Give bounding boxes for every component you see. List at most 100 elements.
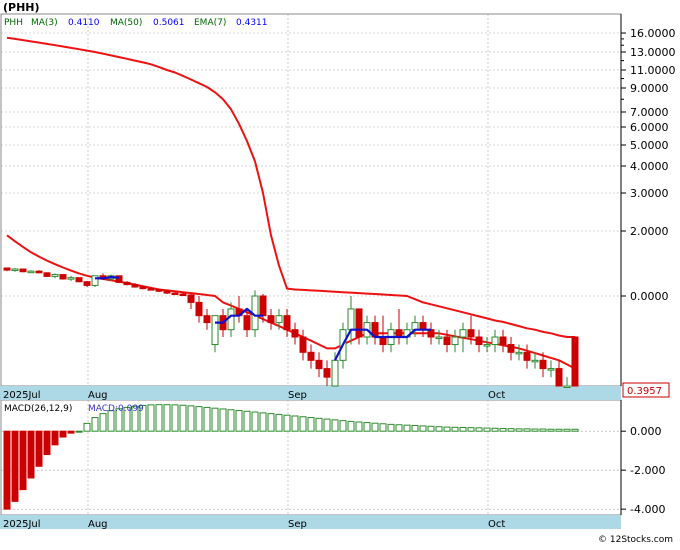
macd-bar (371, 422, 379, 432)
candle-body (75, 277, 83, 283)
candle-body (27, 270, 35, 274)
macd-bar (43, 430, 51, 456)
macd-bar (75, 430, 83, 433)
price-axis-label: 11.0000 (630, 64, 676, 77)
macd-bar (347, 420, 355, 432)
macd-axis-label: -2.000 (630, 464, 665, 477)
legend-ma3-value: 0.4110 (68, 18, 100, 28)
candle-body (555, 368, 563, 387)
macd-bar (227, 409, 235, 432)
candle-body (491, 336, 499, 346)
price-axis-label: 16.0000 (630, 27, 676, 40)
macd-bar (83, 422, 91, 432)
candle-body (475, 336, 483, 346)
macd-bar (411, 425, 419, 432)
legend-ma50-value: 0.5061 (153, 18, 185, 28)
macd-bar (243, 410, 251, 432)
macd-bar (363, 422, 371, 432)
date-label: Oct (488, 390, 505, 401)
candle-body (147, 288, 155, 291)
macd-bar (427, 425, 435, 432)
macd-bar (299, 416, 307, 432)
candle-body (507, 344, 515, 353)
macd-bar (563, 428, 571, 432)
macd-bar (435, 426, 443, 432)
candle-body (323, 368, 331, 378)
candle-body (11, 268, 19, 272)
candle-body (379, 336, 387, 346)
candle-body (459, 329, 467, 338)
macd-bar (59, 430, 67, 438)
candle-body (43, 272, 51, 277)
legend-ema7-label: EMA(7) (194, 18, 226, 28)
macd-bar (275, 413, 283, 432)
macd-bar (547, 428, 555, 432)
last-price-text: 0.3957 (627, 386, 662, 397)
candle-body (563, 385, 571, 388)
price-axis-label: 3.0000 (630, 187, 669, 200)
macd-bar (419, 425, 427, 432)
chart-canvas: 16.0000 13.0000 11.0000 9.0000 7.0000 6.0000 5… (0, 0, 680, 546)
macd-bar (91, 417, 99, 432)
macd-bar (507, 428, 515, 432)
date-label: Sep (288, 519, 307, 530)
candle-body (59, 274, 67, 280)
price-axis-label: 0.0000 (630, 290, 669, 303)
macd-bar (323, 418, 331, 432)
candle-body (163, 290, 171, 294)
legend-ma50-label: MA(50) (110, 18, 142, 28)
macd-bar (203, 406, 211, 432)
candle-body (243, 315, 251, 331)
macd-bar (283, 414, 291, 432)
price-axis-label: 4.0000 (630, 160, 669, 173)
macd-bar (499, 427, 507, 432)
candle-body (155, 288, 163, 292)
macd-bar (555, 428, 563, 432)
macd-bar (11, 430, 19, 502)
date-label: Oct (488, 519, 505, 530)
candle-body (291, 329, 299, 338)
macd-bar (339, 420, 347, 432)
macd-bar (379, 423, 387, 432)
date-label: 2025Jul (3, 390, 41, 401)
macd-bar (539, 428, 547, 432)
macd-bar (235, 410, 243, 432)
macd-bar (67, 430, 75, 434)
macd-legend-label: MACD(26,12,9) (4, 404, 72, 414)
macd-bar (315, 417, 323, 432)
macd-bar (467, 427, 475, 432)
candle-body (483, 344, 491, 347)
candle-body (171, 292, 179, 296)
macd-bar (3, 430, 11, 510)
macd-bar (267, 413, 275, 432)
candle-body (515, 351, 523, 355)
candle-body (203, 315, 211, 324)
date-label: Aug (88, 519, 108, 530)
price-axis-label: 2.0000 (630, 225, 669, 238)
candle-body (139, 286, 147, 290)
macd-bar (27, 430, 35, 479)
macd-bar (387, 423, 395, 432)
candle-body (19, 268, 27, 273)
candle-body (275, 315, 283, 324)
candle-body (355, 308, 363, 338)
candle-body (83, 281, 91, 286)
macd-bar (99, 413, 107, 432)
macd-axis-label: 0.000 (630, 425, 662, 438)
macd-bar (483, 427, 491, 432)
candle-body (451, 336, 459, 346)
candle-body (499, 336, 507, 346)
macd-bar (291, 415, 299, 432)
macd-bar (403, 424, 411, 432)
candle-body (547, 368, 555, 371)
macd-bar (515, 428, 523, 432)
macd-bar (451, 426, 459, 432)
candle-body (435, 336, 443, 340)
candle-body (539, 359, 547, 370)
legend-ema7-value: 0.4311 (236, 18, 268, 28)
macd-bar (155, 404, 163, 432)
macd-bar (331, 419, 339, 432)
candle-body (67, 277, 75, 280)
macd-bar (523, 428, 531, 432)
stock-chart: 16.0000 13.0000 11.0000 9.0000 7.0000 6.0000 5… (0, 0, 680, 546)
